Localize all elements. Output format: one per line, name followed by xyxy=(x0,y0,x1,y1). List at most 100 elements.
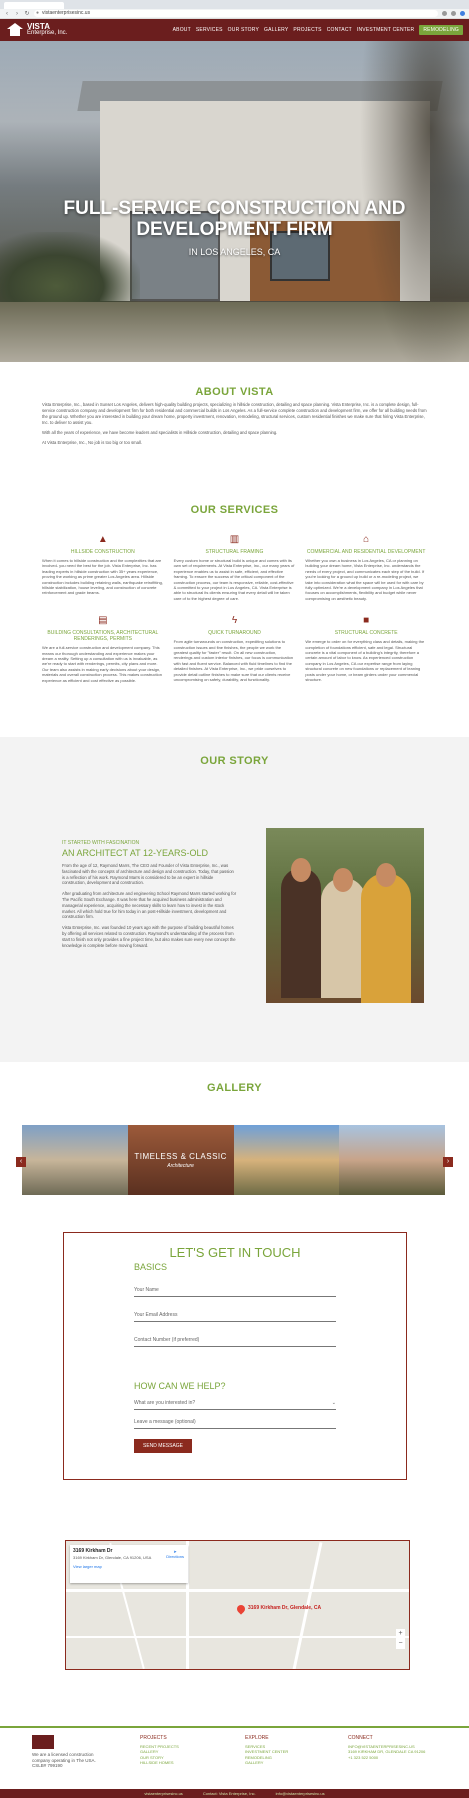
footer-phone[interactable]: +1 323 522 5000 xyxy=(348,1755,425,1761)
directions-label: Directions xyxy=(166,1554,184,1559)
home-icon: ⌂ xyxy=(363,534,370,545)
services-title: OUR SERVICES xyxy=(190,504,279,516)
nav-gallery[interactable]: GALLERY xyxy=(264,27,288,33)
nav-services[interactable]: SERVICES xyxy=(196,27,223,33)
nav-about[interactable]: ABOUT xyxy=(173,27,191,33)
contact-form: LET'S GET IN TOUCH BASICS Your Name Your… xyxy=(63,1232,407,1480)
footer-address: 3169 KIRKHAM DR, GLENDALE CA 91206 xyxy=(348,1749,426,1754)
family-photo xyxy=(266,828,424,1003)
extension-icon[interactable] xyxy=(451,11,456,16)
site-footer: We are a licensed construction company o… xyxy=(0,1726,469,1798)
interest-select[interactable]: What are you interested in? ⌄ xyxy=(134,1396,336,1410)
about-section: ABOUT VISTA Vista Enterprise, Inc., base… xyxy=(0,362,469,492)
truck-icon: ■ xyxy=(363,615,370,627)
hero-section: FULL-SERVICE CONSTRUCTION AND DEVELOPMEN… xyxy=(0,41,469,362)
gallery-overlay-subtitle: Architecture xyxy=(167,1162,194,1169)
service-card: ▤ BUILDING CONSULTATIONS, ARCHITECTURAL … xyxy=(42,615,164,683)
footer-bar-link[interactable]: info@vistaenterprisesinc.us xyxy=(276,1791,325,1796)
gallery-image[interactable] xyxy=(339,1125,445,1195)
story-paragraph: From the age of 12, Raymond Marrs, The C… xyxy=(62,863,234,886)
nav-contact[interactable]: CONTACT xyxy=(327,27,352,33)
send-message-button[interactable]: SEND MESSAGE xyxy=(134,1439,193,1453)
footer-heading: EXPLORE xyxy=(245,1735,269,1741)
gallery-carousel[interactable]: TIMELESS & CLASSIC Architecture xyxy=(22,1125,445,1195)
email-field[interactable]: Your Email Address xyxy=(134,1308,336,1322)
help-heading: HOW CAN WE HELP? xyxy=(134,1381,226,1391)
logo-name: VISTA xyxy=(27,22,50,31)
remodeling-button[interactable]: REMODELING xyxy=(419,25,463,35)
service-card: ϟ QUICK TURNAROUND From agile turnaround… xyxy=(174,615,296,683)
nav-our-story[interactable]: OUR STORY xyxy=(228,27,259,33)
story-section: OUR STORY IT STARTED WITH FASCINATION AN… xyxy=(0,737,469,1062)
about-paragraph: At Vista Enterprise, Inc., No job is too… xyxy=(42,440,143,445)
message-field[interactable]: Leave a message (optional) xyxy=(134,1415,336,1429)
nav-projects[interactable]: PROJECTS xyxy=(293,27,321,33)
service-desc: We are a full-service construction and d… xyxy=(42,645,162,683)
view-larger-map-link[interactable]: View larger map xyxy=(73,1564,185,1569)
interest-select-value: What are you interested in? xyxy=(134,1400,196,1406)
gallery-title: GALLERY xyxy=(207,1082,262,1094)
name-field[interactable]: Your Name xyxy=(134,1283,336,1297)
lightning-icon: ϟ xyxy=(231,615,238,627)
logo-sub: Enterprise, Inc. xyxy=(27,30,68,36)
footer-license: CSLB# 799190 xyxy=(32,1763,63,1768)
footer-link[interactable]: GALLERY xyxy=(245,1760,288,1766)
browser-tab[interactable] xyxy=(4,2,64,9)
service-title: QUICK TURNAROUND xyxy=(208,630,261,637)
story-heading: AN ARCHITECT AT 12-YEARS-OLD xyxy=(62,848,209,858)
reload-icon[interactable]: ↻ xyxy=(24,10,30,17)
footer-logo[interactable] xyxy=(32,1735,54,1749)
service-desc: From agile turnarounds on construction, … xyxy=(173,639,294,683)
warning-icon: ▲ xyxy=(97,534,108,545)
profile-icon[interactable] xyxy=(460,11,465,16)
footer-heading: CONNECT xyxy=(348,1735,373,1741)
footer-connect: CONNECT INFO@VISTAENTERPRISESINC.US 3169… xyxy=(348,1735,426,1761)
gallery-overlay-title: TIMELESS & CLASSIC xyxy=(134,1151,227,1161)
service-desc: Whether you own a business in Los Angele… xyxy=(305,558,425,601)
address-bar[interactable]: ● vistaenterprisesinc.us xyxy=(34,10,438,17)
gallery-image[interactable]: TIMELESS & CLASSIC Architecture xyxy=(127,1125,234,1195)
footer-bar-link[interactable]: Contact: Vista Enterprise, Inc. xyxy=(203,1791,256,1796)
service-card: ▲ HILLSIDE CONSTRUCTION When it comes to… xyxy=(42,534,164,601)
service-title: BUILDING CONSULTATIONS, ARCHITECTURAL RE… xyxy=(47,630,159,643)
phone-field[interactable]: Contact Number (if preferred) xyxy=(134,1333,336,1347)
service-card: ▥ STRUCTURAL FRAMING Every custom home o… xyxy=(174,534,296,601)
site-header: VISTA Enterprise, Inc. ABOUT SERVICES OU… xyxy=(0,19,469,41)
map-pin-icon[interactable] xyxy=(235,1603,247,1615)
document-icon: ▤ xyxy=(98,615,108,627)
back-icon[interactable]: ‹ xyxy=(4,11,10,17)
nav-investment-center[interactable]: INVESTMENT CENTER xyxy=(357,27,414,33)
service-desc: We emerge to order on for everything cla… xyxy=(305,639,425,683)
service-card: ■ STRUCTURAL CONCRETE We emerge to order… xyxy=(305,615,427,683)
directions-link[interactable]: ➤ Directions xyxy=(166,1549,184,1559)
gallery-image[interactable] xyxy=(233,1125,340,1195)
story-paragraph: After graduating from architecture and e… xyxy=(62,891,237,920)
map-pin-label: 3169 Kirkham Dr, Glendale, CA xyxy=(248,1605,322,1611)
service-title: STRUCTURAL FRAMING xyxy=(205,549,264,555)
gallery-section: GALLERY TIMELESS & CLASSIC Architecture … xyxy=(0,1062,469,1222)
footer-projects: PROJECTS RECENT PROJECTS GALLERY OUR STO… xyxy=(140,1735,179,1766)
building-icon: ▥ xyxy=(229,534,240,545)
footer-link[interactable]: HILLSIDE HOMES xyxy=(140,1760,179,1766)
url-text: vistaenterprisesinc.us xyxy=(42,10,91,16)
hero-subtitle: IN LOS ANGELES, CA xyxy=(188,247,281,257)
service-title: HILLSIDE CONSTRUCTION xyxy=(70,549,135,555)
footer-link[interactable]: INVESTMENT CENTER xyxy=(245,1749,288,1755)
site-logo[interactable]: VISTA Enterprise, Inc. xyxy=(6,23,67,37)
footer-bar-link[interactable]: vistaenterprisesinc.us xyxy=(144,1791,182,1796)
map-embed[interactable]: 3169 Kirkham Dr 3169 Kirkham Dr, Glendal… xyxy=(65,1540,410,1670)
house-logo-icon xyxy=(6,23,24,37)
gallery-image[interactable] xyxy=(22,1125,128,1195)
contact-title: LET'S GET IN TOUCH xyxy=(169,1245,301,1260)
main-nav: ABOUT SERVICES OUR STORY GALLERY PROJECT… xyxy=(173,25,463,35)
service-desc: When it comes to hillside construction a… xyxy=(42,558,163,596)
prev-arrow-icon[interactable]: ‹ xyxy=(16,1157,26,1167)
extension-icon[interactable] xyxy=(442,11,447,16)
story-paragraph: Vista Enterprise, Inc. was founded 10 ye… xyxy=(62,925,236,948)
next-arrow-icon[interactable]: › xyxy=(443,1157,453,1167)
zoom-controls[interactable]: + − xyxy=(396,1629,405,1649)
browser-tab-strip xyxy=(0,0,469,9)
story-kicker: IT STARTED WITH FASCINATION xyxy=(62,840,140,846)
hero-title: FULL-SERVICE CONSTRUCTION AND DEVELOPMEN… xyxy=(63,198,406,240)
forward-icon[interactable]: › xyxy=(14,11,20,17)
